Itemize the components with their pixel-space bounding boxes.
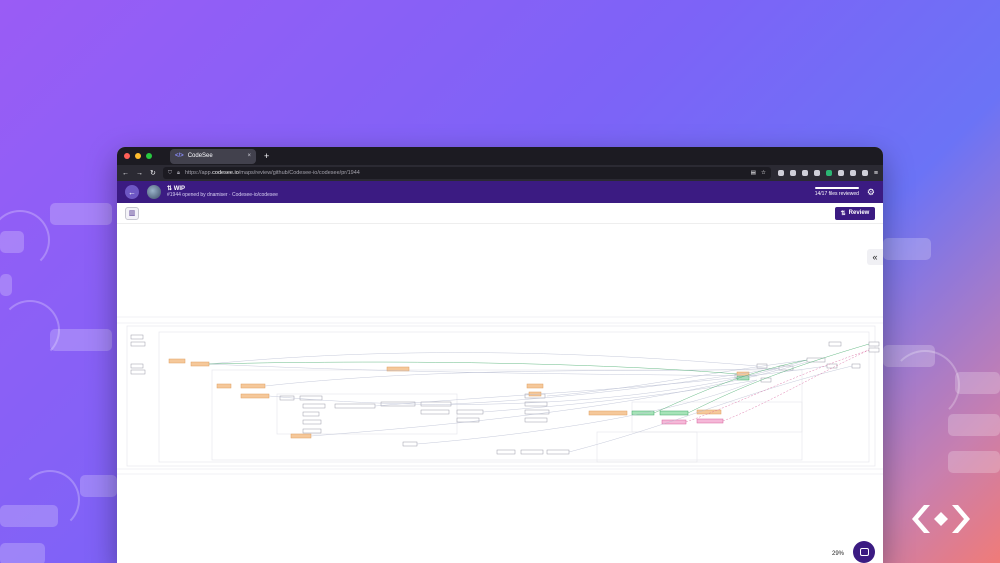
background-curve: [0, 300, 60, 360]
progress-bar: [814, 187, 859, 189]
codesee-favicon-icon: </>: [175, 153, 184, 159]
back-arrow-icon[interactable]: ←: [125, 185, 139, 199]
url-domain: codesee.io: [212, 170, 239, 176]
extension-icon[interactable]: [849, 170, 856, 176]
forward-icon[interactable]: →: [136, 170, 143, 177]
pr-subtitle: #1944 opened by dnamiser · Codesee-io/co…: [167, 191, 278, 198]
collapse-icon[interactable]: «: [867, 249, 883, 265]
review-label: Review: [848, 210, 870, 216]
pull-request-icon: ⇅: [840, 210, 846, 217]
background-curve: [20, 470, 80, 530]
maximize-window-button[interactable]: [146, 153, 152, 159]
avatar: [147, 185, 161, 199]
settings-icon[interactable]: ⚙: [867, 187, 875, 198]
background-pill: [0, 543, 45, 563]
shield-icon: ⛉: [167, 169, 173, 176]
url-path: /maps/review/github/Codesee-io/codesee/p…: [238, 170, 360, 176]
zoom-level: 29%: [828, 549, 847, 559]
browser-window: </> CodeSee × + ← → ↻ ⛉ 🔒︎ https://app.c…: [117, 147, 883, 563]
tab-close-icon[interactable]: ×: [247, 153, 251, 159]
background-curve: [890, 350, 960, 420]
app-header: ← ⇅ WIP #1944 opened by dnamiser · Codes…: [117, 181, 883, 203]
extension-icon[interactable]: [813, 170, 820, 176]
address-bar[interactable]: ⛉ 🔒︎ https://app.codesee.io/maps/review/…: [162, 167, 771, 179]
tab-title: CodeSee: [187, 153, 213, 159]
browser-nav-bar: ← → ↻ ⛉ 🔒︎ https://app.codesee.io/maps/r…: [117, 165, 883, 181]
code-map-canvas[interactable]: « 29%: [117, 224, 883, 563]
background-curve: [0, 210, 50, 270]
codesee-logo-icon: [912, 505, 970, 533]
extension-icon[interactable]: [825, 170, 832, 176]
pocket-icon[interactable]: [777, 170, 784, 176]
files-reviewed-label: 14/17 files reviewed: [814, 191, 859, 197]
url-prefix: https://app.: [184, 170, 213, 176]
bookmark-star-icon[interactable]: ☆: [761, 170, 766, 176]
extension-icon[interactable]: [861, 170, 868, 176]
pr-info: ⇅ WIP #1944 opened by dnamiser · Codesee…: [167, 186, 278, 198]
browser-tab[interactable]: </> CodeSee ×: [170, 148, 256, 164]
lock-icon: 🔒︎: [177, 169, 180, 176]
browser-tab-bar: </> CodeSee × +: [117, 147, 883, 165]
background-pill: [883, 238, 931, 260]
map-toolbar: ▥ ⇅ Review: [117, 203, 883, 224]
background-pill: [80, 475, 117, 497]
reload-icon[interactable]: ↻: [150, 169, 156, 177]
grid-icon[interactable]: [801, 170, 808, 176]
chat-icon[interactable]: [853, 541, 875, 563]
reader-icon[interactable]: ▤: [751, 170, 756, 176]
extension-icon[interactable]: [789, 170, 796, 176]
dependency-graph[interactable]: [117, 224, 883, 563]
files-reviewed-progress: 14/17 files reviewed: [815, 187, 859, 197]
background-pill: [50, 203, 112, 225]
background-pill: [948, 414, 1000, 436]
sidebar-toggle-icon[interactable]: ▥: [125, 206, 139, 220]
background-pill: [955, 372, 1000, 394]
menu-icon[interactable]: ≡: [874, 170, 878, 177]
review-button[interactable]: ⇅ Review: [835, 206, 875, 220]
new-tab-button[interactable]: +: [264, 151, 269, 161]
background-pill: [0, 274, 12, 296]
extension-icon[interactable]: [837, 170, 844, 176]
minimize-window-button[interactable]: [135, 153, 141, 159]
extensions-toolbar: ≡: [777, 170, 878, 177]
window-controls: [124, 153, 152, 159]
background-pill: [948, 451, 1000, 473]
back-icon[interactable]: ←: [122, 170, 129, 177]
close-window-button[interactable]: [124, 153, 130, 159]
